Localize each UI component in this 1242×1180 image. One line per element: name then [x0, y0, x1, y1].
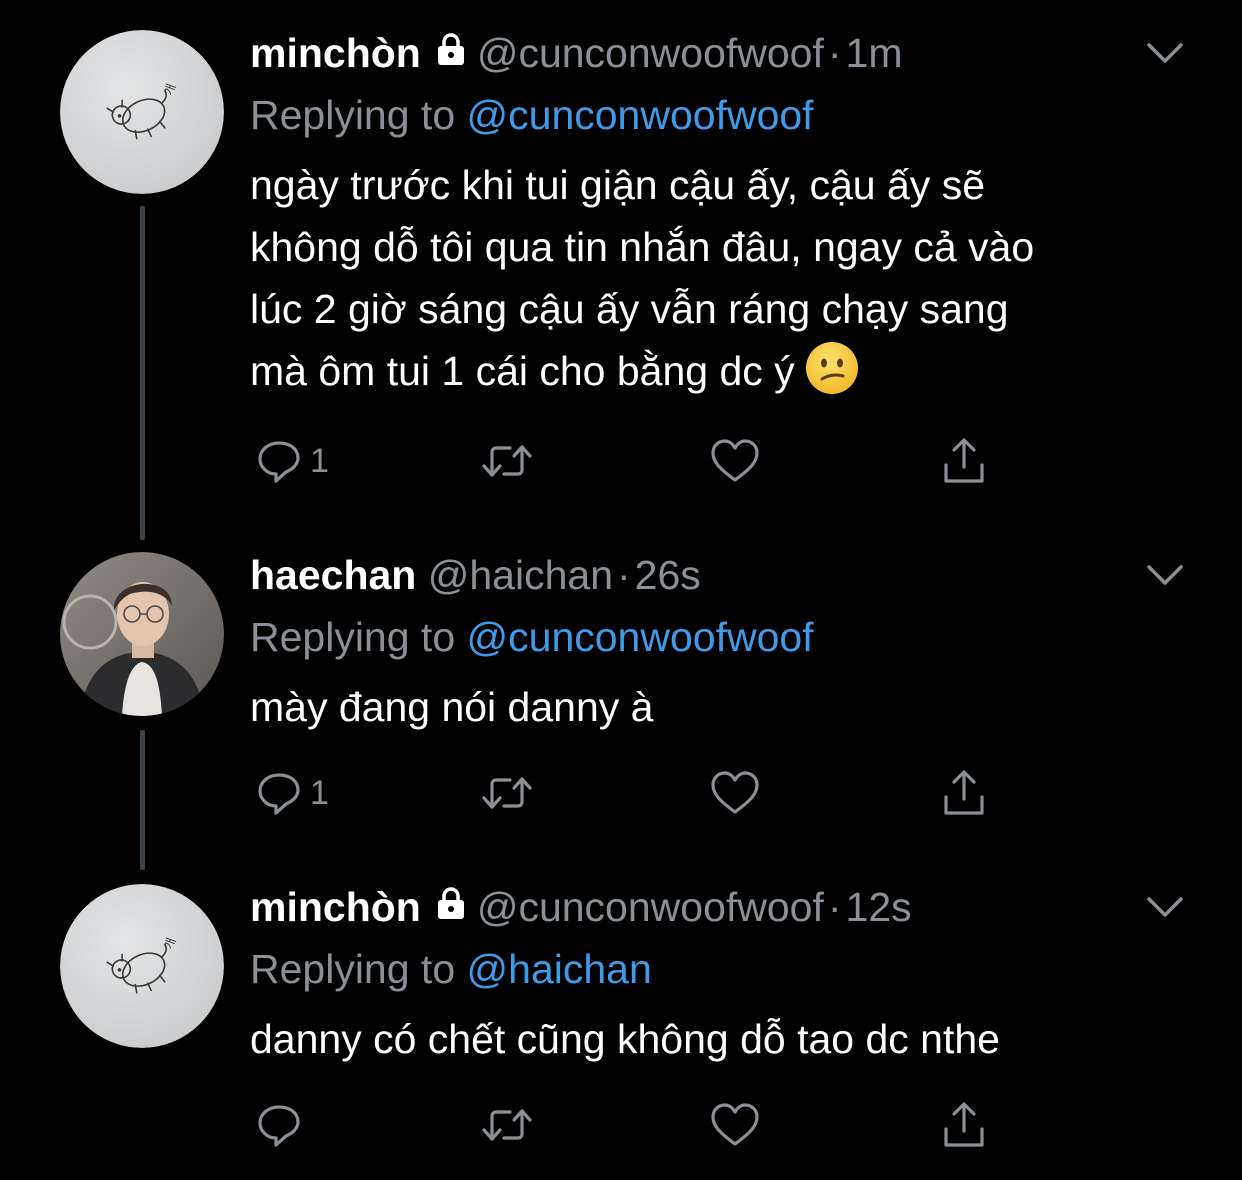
retweet-icon [482, 1109, 532, 1141]
tweet-text: mày đang nói danny à [250, 676, 1202, 738]
replying-to-prefix: Replying to [250, 946, 456, 992]
heart-icon [711, 771, 759, 814]
tweet-header: haechan @haichan·26s [250, 550, 1202, 600]
share-button[interactable] [940, 768, 988, 818]
replying-to-prefix: Replying to [250, 614, 456, 660]
retweet-icon [482, 777, 532, 809]
separator-dot: · [827, 884, 842, 930]
user-handle[interactable]: @cunconwoofwoof [477, 884, 824, 930]
retweet-button[interactable] [480, 1100, 534, 1150]
tweet-text-content: ngày trước khi tui giận cậu ấy, cậu ấy s… [250, 162, 1035, 394]
tweet-header: minchòn @cunconwoofwoof·12s [250, 882, 1202, 932]
share-icon [944, 770, 984, 815]
tweet-text: danny có chết cũng không dỗ tao dc nthe [250, 1008, 1202, 1070]
avatar[interactable]: 개 [60, 30, 224, 194]
like-button[interactable] [710, 1100, 760, 1150]
lock-icon [435, 27, 467, 77]
display-name[interactable]: minchòn [250, 884, 421, 930]
reply-button[interactable] [256, 1100, 310, 1150]
thread-line [140, 730, 145, 870]
retweet-icon [482, 445, 532, 477]
doodle-dog-avatar-image: 개 [60, 30, 224, 194]
replying-to-line: Replying to @cunconwoofwoof [250, 90, 1202, 140]
chevron-down-icon[interactable] [1146, 562, 1184, 588]
avatar[interactable] [60, 552, 224, 716]
reply-icon [258, 773, 300, 815]
display-name[interactable]: minchòn [250, 30, 421, 76]
heart-icon [711, 439, 759, 482]
separator-dot: · [617, 552, 631, 598]
replying-to-line: Replying to @cunconwoofwoof [250, 612, 1202, 662]
reply-icon [258, 1105, 300, 1147]
reply-icon [258, 441, 300, 483]
user-handle[interactable]: @cunconwoofwoof [477, 30, 824, 76]
user-handle[interactable]: @haichan [428, 552, 613, 598]
display-name[interactable]: haechan [250, 552, 416, 598]
thread-line [140, 206, 145, 540]
replying-to-link[interactable]: @cunconwoofwoof [467, 92, 814, 138]
tweet-text-content: danny có chết cũng không dỗ tao dc nthe [250, 1016, 1000, 1062]
tweet-actions: 1 [250, 436, 1010, 486]
tweet-text: ngày trước khi tui giận cậu ấy, cậu ấy s… [250, 154, 1202, 402]
replying-to-prefix: Replying to [250, 92, 456, 138]
lock-icon [435, 881, 467, 931]
chevron-down-icon[interactable] [1146, 894, 1184, 920]
reply-count: 1 [310, 773, 329, 812]
like-button[interactable] [710, 436, 760, 486]
tweet-text-content: mày đang nói danny à [250, 684, 654, 730]
tweet-actions: 1 [250, 768, 1010, 818]
share-icon [944, 1102, 984, 1147]
person-photo-avatar-image [60, 552, 224, 716]
share-button[interactable] [940, 1100, 988, 1150]
share-icon [944, 438, 984, 483]
tweet-actions [250, 1100, 1010, 1150]
retweet-button[interactable] [480, 768, 534, 818]
chevron-down-icon[interactable] [1146, 40, 1184, 66]
confused-face-icon [805, 341, 859, 395]
heart-icon [711, 1103, 759, 1146]
timestamp[interactable]: 26s [635, 552, 701, 598]
tweet-header: minchòn @cunconwoofwoof·1m [250, 28, 1202, 78]
replying-to-link[interactable]: @cunconwoofwoof [467, 614, 814, 660]
timestamp[interactable]: 12s [846, 884, 912, 930]
share-button[interactable] [940, 436, 988, 486]
replying-to-line: Replying to @haichan [250, 944, 1202, 994]
avatar[interactable]: 개 [60, 884, 224, 1048]
reply-button[interactable]: 1 [256, 436, 329, 486]
like-button[interactable] [710, 768, 760, 818]
replying-to-link[interactable]: @haichan [467, 946, 652, 992]
reply-button[interactable]: 1 [256, 768, 329, 818]
separator-dot: · [827, 30, 842, 76]
retweet-button[interactable] [480, 436, 534, 486]
reply-count: 1 [310, 441, 329, 480]
timestamp[interactable]: 1m [846, 30, 903, 76]
doodle-dog-avatar-image: 개 [60, 884, 224, 1048]
